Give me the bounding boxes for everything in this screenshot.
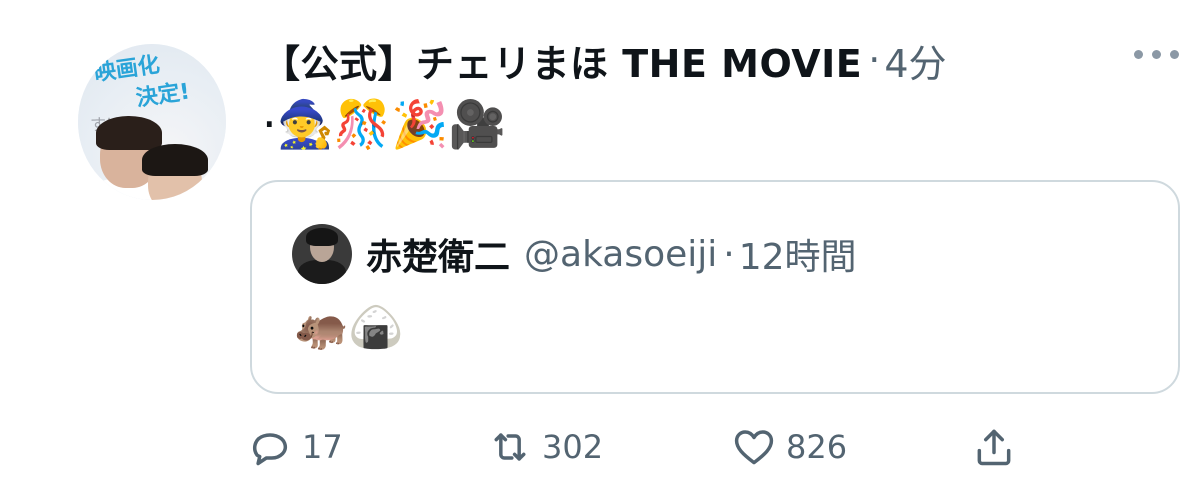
more-options-icon[interactable] [1134,50,1179,59]
retweet-button[interactable]: 302 [488,420,603,474]
tweet-body: ·🧙🎊🎉🎥 [262,97,506,151]
reply-count: 17 [302,428,343,466]
header-separator: · [868,38,881,82]
quoted-tweet-body: 🦛🍙 [294,302,404,353]
share-icon [977,429,1011,466]
more-dot [1152,50,1161,59]
tweet-header: 【公式】チェリまほ THE MOVIE · 4分 [262,32,947,88]
retweet-icon [494,433,526,461]
retweet-count: 302 [542,428,604,466]
share-button[interactable] [972,420,1016,474]
author-name[interactable]: 【公式】チェリまほ THE MOVIE [262,33,862,88]
author-avatar[interactable]: 映画化 決定! すげ [78,44,226,200]
quoted-tweet-timestamp[interactable]: 12時間 [739,228,857,280]
tweet-action-bar: 17 302 826 [0,420,1194,474]
like-button[interactable]: 826 [732,420,847,474]
more-dot [1170,50,1179,59]
tweet-timestamp[interactable]: 4分 [884,33,946,88]
quoted-header-separator: · [723,233,735,275]
quoted-tweet-header: 赤楚衛二 @akasoeiji · 12時間 [366,226,857,282]
reply-button[interactable]: 17 [248,420,343,474]
avatar-person-2 [142,144,208,200]
more-dot [1134,50,1143,59]
quoted-author-handle[interactable]: @akasoeiji [524,234,717,275]
quoted-author-avatar[interactable] [292,224,352,284]
reply-icon [253,433,288,466]
like-count: 826 [786,428,848,466]
quoted-tweet-card[interactable]: 赤楚衛二 @akasoeiji · 12時間 🦛🍙 [250,180,1180,394]
heart-icon [734,430,774,465]
quoted-author-name[interactable]: 赤楚衛二 [366,228,510,280]
